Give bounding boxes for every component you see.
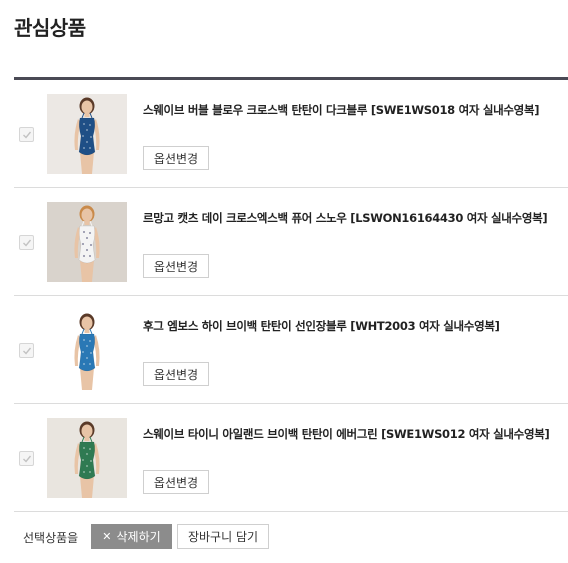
list-item: 르망고 캣츠 데이 크로스엑스백 퓨어 스노우 [LSWON16164430 여… <box>14 188 568 296</box>
swimsuit-pattern-dot <box>90 244 92 246</box>
swimsuit-pattern-dot <box>89 232 91 234</box>
item-checkbox[interactable] <box>19 343 34 358</box>
product-name[interactable]: 스웨이브 버블 블로우 크로스백 탄탄이 다크블루 [SWE1WS018 여자 … <box>143 102 540 118</box>
swimsuit-pattern-dot <box>83 363 85 365</box>
checkmark-icon <box>22 347 31 355</box>
selection-actions: 선택상품을 ✕ 삭제하기 장바구니 담기 <box>14 524 568 550</box>
swimsuit-pattern-dot <box>86 345 88 347</box>
swimsuit-pattern-dot <box>82 135 84 137</box>
swimsuit-pattern-dot <box>90 460 92 462</box>
swimsuit-pattern-dot <box>82 243 84 245</box>
checkmark-icon <box>22 455 31 463</box>
swimsuit-pattern-dot <box>86 129 88 131</box>
checkmark-icon <box>22 131 31 139</box>
model-neck <box>84 220 90 225</box>
swimsuit-pattern-dot <box>83 123 85 125</box>
list-item: 스웨이브 버블 블로우 크로스백 탄탄이 다크블루 [SWE1WS018 여자 … <box>14 80 568 188</box>
item-checkbox[interactable] <box>19 127 34 142</box>
model-neck <box>84 436 90 441</box>
product-name[interactable]: 후그 엠보스 하이 브이백 탄탄이 선인장블루 [WHT2003 여자 실내수영… <box>143 318 500 334</box>
close-icon: ✕ <box>102 530 112 543</box>
product-image <box>47 310 127 390</box>
product-thumbnail[interactable] <box>47 94 127 174</box>
product-thumbnail[interactable] <box>47 310 127 390</box>
swimsuit <box>78 333 96 372</box>
model-neck <box>84 328 90 333</box>
model-head <box>81 424 93 438</box>
swimsuit-pattern-dot <box>90 136 92 138</box>
product-thumbnail[interactable] <box>47 418 127 498</box>
selected-items-label: 선택상품을 <box>23 531 79 545</box>
swimsuit <box>78 117 96 156</box>
option-change-button[interactable]: 옵션변경 <box>143 254 209 278</box>
add-to-cart-button[interactable]: 장바구니 담기 <box>177 524 269 549</box>
swimsuit-pattern-dot <box>82 351 84 353</box>
swimsuit-pattern-dot <box>82 459 84 461</box>
product-thumbnail[interactable] <box>47 202 127 282</box>
option-change-button[interactable]: 옵션변경 <box>143 470 209 494</box>
swimsuit-pattern-dot <box>89 340 91 342</box>
swimsuit-pattern-dot <box>83 255 85 257</box>
item-checkbox[interactable] <box>19 235 34 250</box>
model-head <box>81 208 93 222</box>
list-item: 스웨이브 타이니 아일랜드 브이백 탄탄이 에버그린 [SWE1WS012 여자… <box>14 404 568 512</box>
swimsuit-pattern-dot <box>89 471 91 473</box>
swimsuit-pattern-dot <box>86 249 88 251</box>
model-head <box>81 316 93 330</box>
product-image <box>47 418 127 498</box>
swimsuit-pattern-dot <box>83 447 85 449</box>
item-checkbox[interactable] <box>19 451 34 466</box>
option-change-button[interactable]: 옵션변경 <box>143 146 209 170</box>
swimsuit-pattern-dot <box>89 124 91 126</box>
swimsuit-pattern-dot <box>86 465 88 467</box>
model-neck <box>84 112 90 117</box>
swimsuit-pattern-dot <box>90 352 92 354</box>
delete-selected-button[interactable]: ✕ 삭제하기 <box>91 524 172 549</box>
swimsuit-pattern-dot <box>89 147 91 149</box>
swimsuit <box>78 441 96 480</box>
product-name[interactable]: 스웨이브 타이니 아일랜드 브이백 탄탄이 에버그린 [SWE1WS012 여자… <box>143 426 550 442</box>
swimsuit-pattern-dot <box>83 231 85 233</box>
swimsuit-pattern-dot <box>83 147 85 149</box>
swimsuit <box>78 225 96 264</box>
product-image <box>47 202 127 282</box>
swimsuit-pattern-dot <box>86 141 88 143</box>
product-image <box>47 94 127 174</box>
swimsuit-pattern-dot <box>86 453 88 455</box>
swimsuit-pattern-dot <box>83 339 85 341</box>
swimsuit-pattern-dot <box>89 363 91 365</box>
page-title: 관심상품 <box>14 16 86 40</box>
swimsuit-pattern-dot <box>83 471 85 473</box>
product-name[interactable]: 르망고 캣츠 데이 크로스엑스백 퓨어 스노우 [LSWON16164430 여… <box>143 210 548 226</box>
list-item: 후그 엠보스 하이 브이백 탄탄이 선인장블루 [WHT2003 여자 실내수영… <box>14 296 568 404</box>
swimsuit-pattern-dot <box>89 448 91 450</box>
swimsuit-pattern-dot <box>86 357 88 359</box>
swimsuit-pattern-dot <box>86 237 88 239</box>
option-change-button[interactable]: 옵션변경 <box>143 362 209 386</box>
checkmark-icon <box>22 239 31 247</box>
wishlist: 스웨이브 버블 블로우 크로스백 탄탄이 다크블루 [SWE1WS018 여자 … <box>14 80 568 512</box>
swimsuit-pattern-dot <box>89 255 91 257</box>
model-head <box>81 100 93 114</box>
delete-button-label: 삭제하기 <box>116 530 161 544</box>
